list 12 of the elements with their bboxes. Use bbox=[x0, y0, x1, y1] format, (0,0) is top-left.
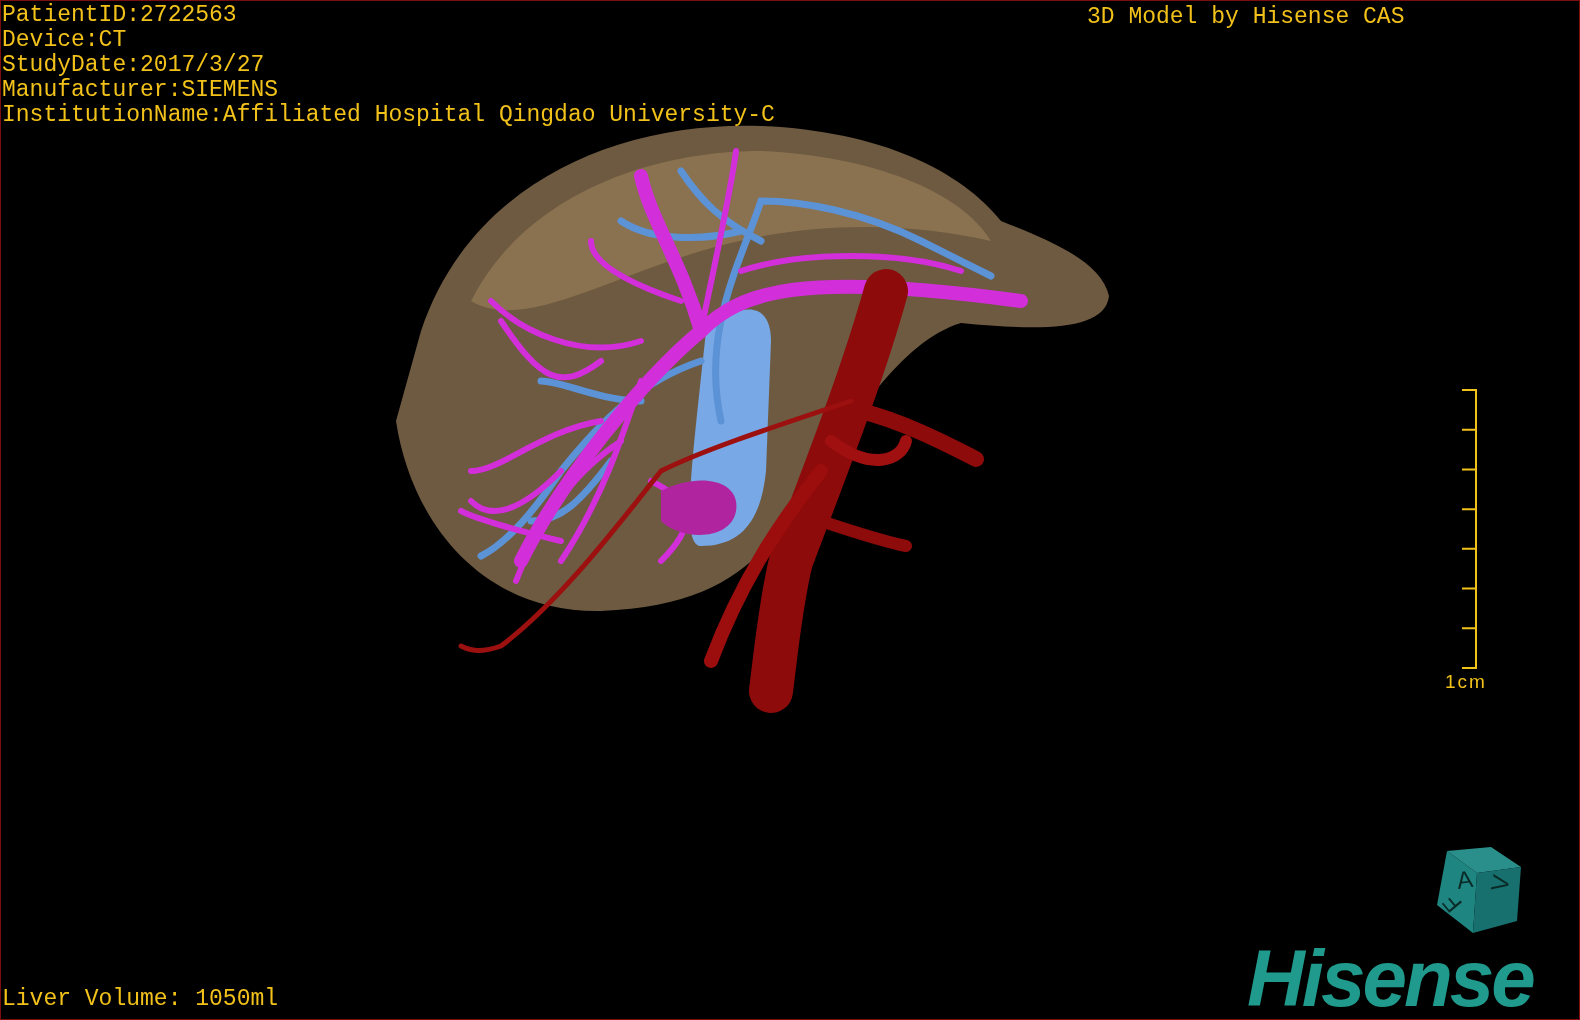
viewer-title: 3D Model by Hisense CAS bbox=[1087, 4, 1405, 30]
study-info-line: InstitutionName:Affiliated Hospital Qingdao University-C bbox=[2, 103, 775, 128]
brand-logo: Hisense bbox=[1247, 939, 1533, 1019]
liver-volume-text: Liver Volume: 1050ml bbox=[2, 986, 279, 1012]
cube-face-label: V bbox=[1485, 872, 1515, 894]
liver-model-drawing[interactable] bbox=[396, 126, 1109, 713]
study-info-line: PatientID:2722563 bbox=[2, 3, 238, 28]
study-info-line: Manufacturer:SIEMENS bbox=[2, 78, 280, 103]
orientation-cube[interactable] bbox=[1437, 847, 1521, 933]
study-info-line: Device:CT bbox=[2, 28, 128, 53]
scale-label: 1cm bbox=[1445, 671, 1487, 693]
study-info-line: StudyDate:2017/3/27 bbox=[2, 53, 266, 78]
